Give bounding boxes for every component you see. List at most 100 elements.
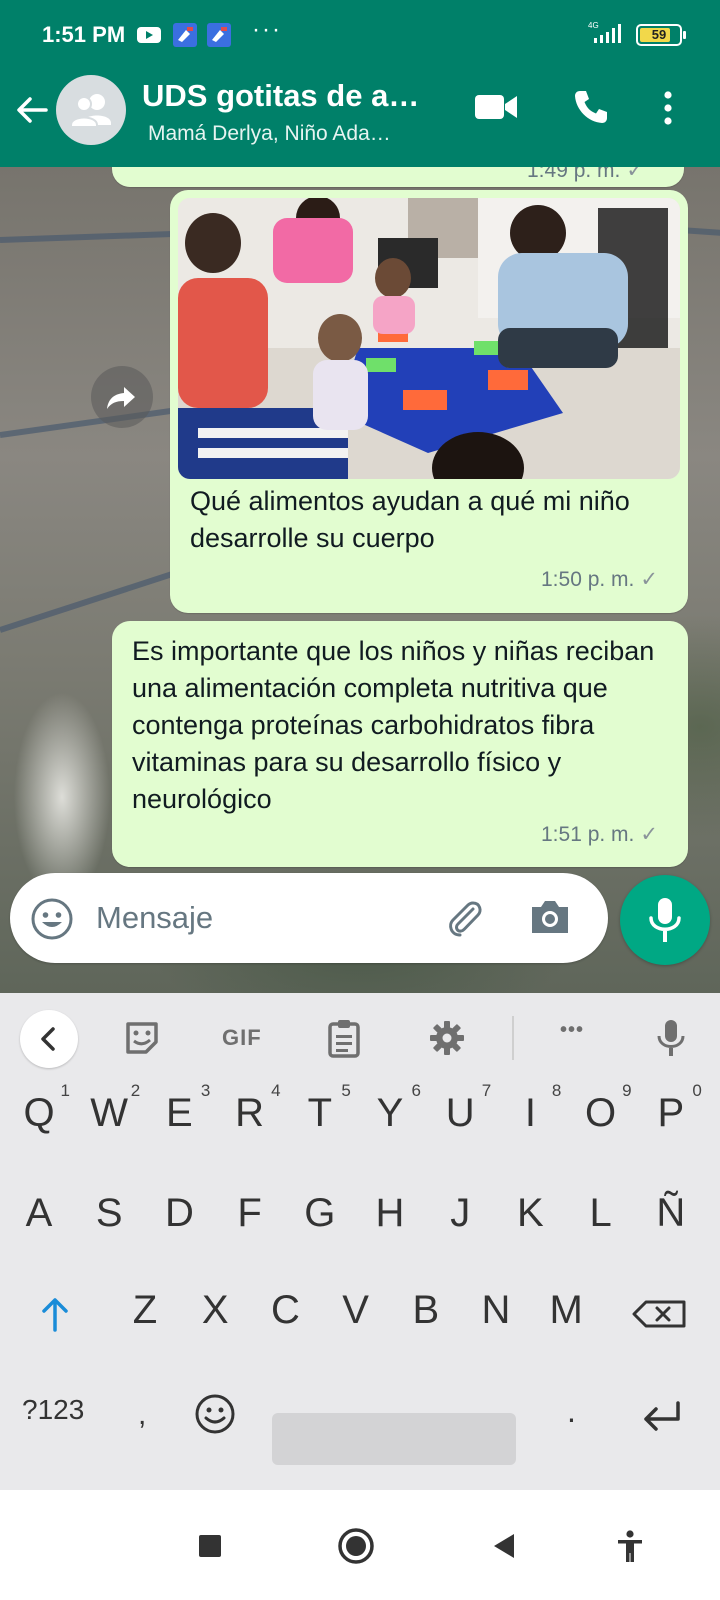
key-l[interactable]: L (566, 1173, 636, 1263)
voice-input-icon[interactable] (656, 1018, 686, 1058)
clipboard-icon[interactable] (326, 1018, 362, 1058)
key-label: M (549, 1288, 583, 1332)
key-label: J (450, 1191, 471, 1235)
key-ñ[interactable]: Ñ (636, 1173, 706, 1263)
key-label: F (237, 1191, 262, 1235)
more-vert-icon[interactable] (660, 88, 676, 128)
key-p[interactable]: 0P (636, 1073, 706, 1163)
key-c[interactable]: C (250, 1270, 320, 1360)
key-label: V (342, 1288, 369, 1332)
forward-button[interactable] (91, 366, 153, 428)
key-label: R (235, 1091, 265, 1135)
sticker-icon[interactable] (122, 1018, 162, 1058)
key-label: Ñ (656, 1191, 686, 1235)
home-icon[interactable] (336, 1526, 376, 1566)
recents-icon[interactable] (190, 1526, 230, 1566)
keyboard-collapse-button[interactable] (20, 1010, 78, 1068)
key-b[interactable]: B (391, 1270, 461, 1360)
key-label: K (517, 1191, 544, 1235)
message-text: Es importante que los niños y niñas reci… (132, 636, 655, 814)
sent-tick-icon: ✓ (640, 568, 658, 591)
key-g[interactable]: G (285, 1173, 355, 1263)
key-x[interactable]: X (180, 1270, 250, 1360)
attach-icon[interactable] (442, 895, 488, 941)
enter-icon[interactable] (640, 1395, 684, 1435)
status-time: 1:51 PM (42, 22, 126, 47)
group-avatar[interactable] (56, 75, 126, 145)
space-key[interactable] (272, 1413, 516, 1465)
youtube-notification-icon (137, 27, 161, 43)
chevron-left-icon (41, 1027, 55, 1051)
message-composer (10, 873, 608, 963)
key-v[interactable]: V (321, 1270, 391, 1360)
key-e[interactable]: 3E (144, 1073, 214, 1163)
settings-gear-icon[interactable] (427, 1018, 467, 1058)
back-nav-icon[interactable] (484, 1526, 524, 1566)
message-photo[interactable] (178, 198, 680, 479)
key-q[interactable]: 1Q (4, 1073, 74, 1163)
key-label: A (25, 1191, 53, 1235)
key-f[interactable]: F (215, 1173, 285, 1263)
key-label: D (164, 1191, 194, 1235)
signal-icon: 4G (588, 21, 621, 43)
network-type: 4G (588, 21, 599, 30)
voice-message-button[interactable] (620, 875, 710, 965)
key-label: U (445, 1091, 475, 1135)
key-j[interactable]: J (425, 1173, 495, 1263)
key-d[interactable]: D (144, 1173, 214, 1263)
microphone-icon (649, 898, 681, 942)
accessibility-icon[interactable] (610, 1526, 650, 1566)
chat-title[interactable]: UDS gotitas de a… (142, 78, 419, 114)
back-arrow-icon[interactable] (12, 90, 52, 130)
key-i[interactable]: 8I (495, 1073, 565, 1163)
sent-tick-icon: ✓ (640, 823, 658, 846)
chat-participants[interactable]: Mamá Derlya, Niño Ada… (148, 122, 391, 146)
key-s[interactable]: S (74, 1173, 144, 1263)
key-w[interactable]: 2W (74, 1073, 144, 1163)
camera-icon[interactable] (528, 897, 572, 937)
period-key[interactable]: . (567, 1393, 576, 1430)
more-options-button[interactable]: ••• (560, 1019, 584, 1059)
toolbar-divider (512, 1016, 514, 1060)
chat-area[interactable]: 1:49 p. m. ✓ Qué alimentos ayudan a qué … (0, 167, 720, 993)
battery-level: 59 (651, 27, 667, 42)
key-m[interactable]: M (531, 1270, 601, 1360)
key-u[interactable]: 7U (425, 1073, 495, 1163)
backspace-key[interactable] (626, 1270, 696, 1360)
key-h[interactable]: H (355, 1173, 425, 1263)
emoji-icon[interactable] (30, 897, 74, 941)
message-bubble-previous[interactable]: 1:49 p. m. ✓ (112, 167, 684, 187)
message-time: 1:51 p. m. ✓ (541, 823, 658, 846)
key-k[interactable]: K (495, 1173, 565, 1263)
key-y[interactable]: 6Y (355, 1073, 425, 1163)
message-input[interactable] (96, 895, 416, 941)
comma-key[interactable]: , (138, 1398, 146, 1432)
battery-icon: 59 (636, 24, 686, 46)
key-o[interactable]: 9O (566, 1073, 636, 1163)
more-notifications-icon: ··· (252, 16, 282, 43)
key-label: L (589, 1191, 612, 1235)
key-label: O (585, 1091, 617, 1135)
gif-button[interactable]: GIF (222, 1025, 262, 1051)
message-bubble-image[interactable]: Qué alimentos ayudan a qué mi niño desar… (170, 190, 688, 613)
app-notification-icon (173, 23, 197, 47)
key-label: S (95, 1191, 123, 1235)
key-t[interactable]: 5T (285, 1073, 355, 1163)
key-a[interactable]: A (4, 1173, 74, 1263)
key-label: Y (376, 1091, 404, 1135)
video-call-icon[interactable] (474, 92, 518, 122)
key-n[interactable]: N (461, 1270, 531, 1360)
shift-key[interactable] (20, 1270, 90, 1360)
keyboard-toolbar: GIF ••• (0, 993, 720, 1083)
message-time: 1:49 p. m. ✓ (527, 167, 644, 183)
photo-children-eating (178, 198, 680, 479)
key-label: I (524, 1091, 536, 1135)
key-r[interactable]: 4R (215, 1073, 285, 1163)
voice-call-icon[interactable] (572, 88, 610, 126)
emoji-key-icon[interactable] (194, 1393, 236, 1435)
shift-arrow-icon (42, 1298, 68, 1332)
key-label: X (201, 1288, 229, 1332)
symbols-key[interactable]: ?123 (22, 1394, 84, 1426)
message-bubble-text[interactable]: Es importante que los niños y niñas reci… (112, 621, 688, 867)
key-z[interactable]: Z (110, 1270, 180, 1360)
